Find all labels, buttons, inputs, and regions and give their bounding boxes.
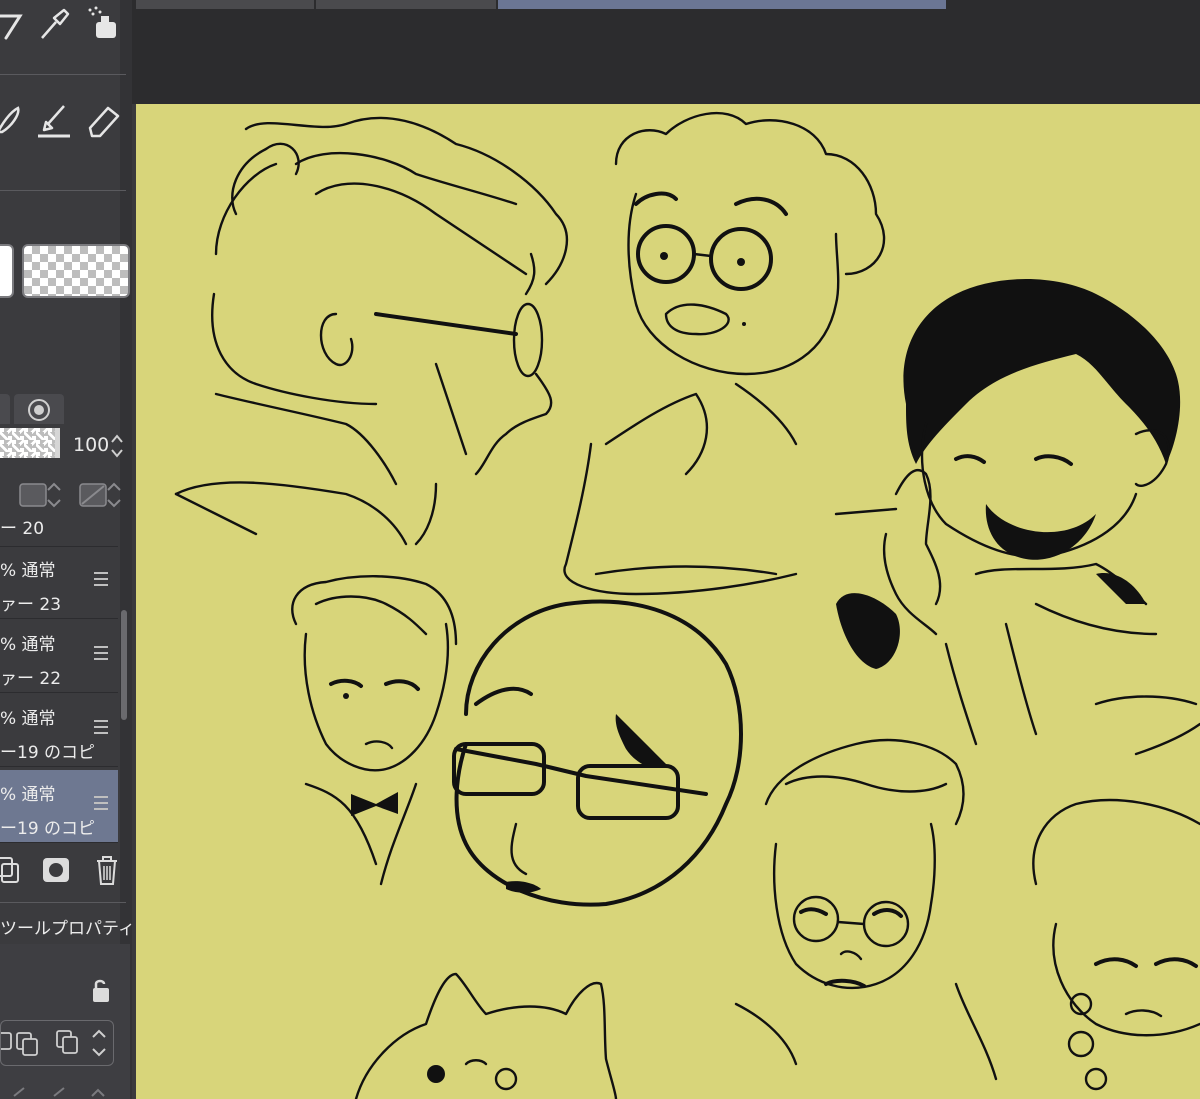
property-options xyxy=(0,1020,114,1066)
eyedropper-icon[interactable] xyxy=(34,4,74,44)
reference-layer-icon[interactable] xyxy=(18,478,64,512)
layer-mask-icon[interactable] xyxy=(40,852,72,888)
transparent-color-swatch[interactable] xyxy=(22,244,130,298)
opacity-slider[interactable] xyxy=(0,428,60,458)
lasso-icon[interactable] xyxy=(0,4,34,44)
layer-blend-mode: % 通常 xyxy=(0,785,56,805)
lock-icon[interactable] xyxy=(88,976,114,1004)
trash-icon[interactable] xyxy=(92,852,122,888)
layer-name: ァー 22 xyxy=(0,669,62,689)
sketch-man-profile-glasses xyxy=(174,116,569,546)
layer-blend-mode: % 通常 xyxy=(0,635,56,655)
document-tab-bar xyxy=(132,0,1200,104)
sketch-cat xyxy=(354,972,618,1099)
panel-divider xyxy=(0,902,126,903)
copy-layer-icon[interactable] xyxy=(0,852,22,888)
sketch-man-bowtie xyxy=(291,575,458,886)
tool-divider xyxy=(0,190,126,191)
layer-name: ー19 のコピ xyxy=(0,819,96,839)
sketch-man-crying xyxy=(1032,798,1200,1091)
layer-menu-icon[interactable] xyxy=(94,720,108,734)
layer-item[interactable]: % 通常 ー19 のコピ xyxy=(0,694,118,767)
layer-name: ァー 23 xyxy=(0,595,62,615)
layer-scrollbar[interactable] xyxy=(121,610,127,720)
layer-blend-mode: % 通常 xyxy=(0,709,56,729)
layer-item[interactable]: % 通常 ァー 22 xyxy=(0,620,118,693)
layer-item[interactable]: ー 20 xyxy=(0,510,118,547)
sketch-man-smoking xyxy=(834,279,1200,756)
layer-name: ー19 のコピ xyxy=(0,743,96,763)
panel-tab[interactable] xyxy=(0,394,10,424)
opacity-value: 100 xyxy=(73,434,110,456)
layer-menu-icon[interactable] xyxy=(94,796,108,810)
property-row-partial xyxy=(0,1076,120,1099)
opacity-stepper[interactable] xyxy=(110,432,124,460)
document-tab-active[interactable] xyxy=(498,0,947,9)
pen-icon[interactable] xyxy=(0,100,34,140)
layer-menu-icon[interactable] xyxy=(94,646,108,660)
sketch-artwork xyxy=(174,111,1200,1099)
sketch-man-bald-glasses xyxy=(452,599,743,907)
fill-brush-icon[interactable] xyxy=(34,100,74,140)
layer-item[interactable]: % 通常 ァー 23 xyxy=(0,546,118,619)
layer-blend-mode: % 通常 xyxy=(0,561,56,581)
main-color-swatch[interactable] xyxy=(0,244,14,298)
layer-item-selected[interactable]: % 通常 ー19 のコピ xyxy=(0,770,118,843)
sketch-man-grumpy xyxy=(734,738,998,1081)
tool-divider xyxy=(0,74,126,75)
spray-icon[interactable] xyxy=(84,4,124,44)
panel-tab-record[interactable] xyxy=(14,394,64,424)
tool-property-title: ツールプロパティ xyxy=(0,919,132,939)
layer-menu-icon[interactable] xyxy=(94,572,108,586)
sketch-man-round-glasses xyxy=(563,111,886,596)
draft-layer-icon[interactable] xyxy=(78,478,124,512)
layer-name: ー 20 xyxy=(0,519,45,539)
left-sidebar: 100 ー 20 % 通常 ァー 23 % 通常 ァー 22 % 通常 ー19 … xyxy=(0,0,132,1099)
document-tab[interactable] xyxy=(136,0,315,9)
drawing-canvas[interactable] xyxy=(136,104,1200,1099)
eraser-icon[interactable] xyxy=(84,100,124,140)
document-tab[interactable] xyxy=(316,0,497,9)
